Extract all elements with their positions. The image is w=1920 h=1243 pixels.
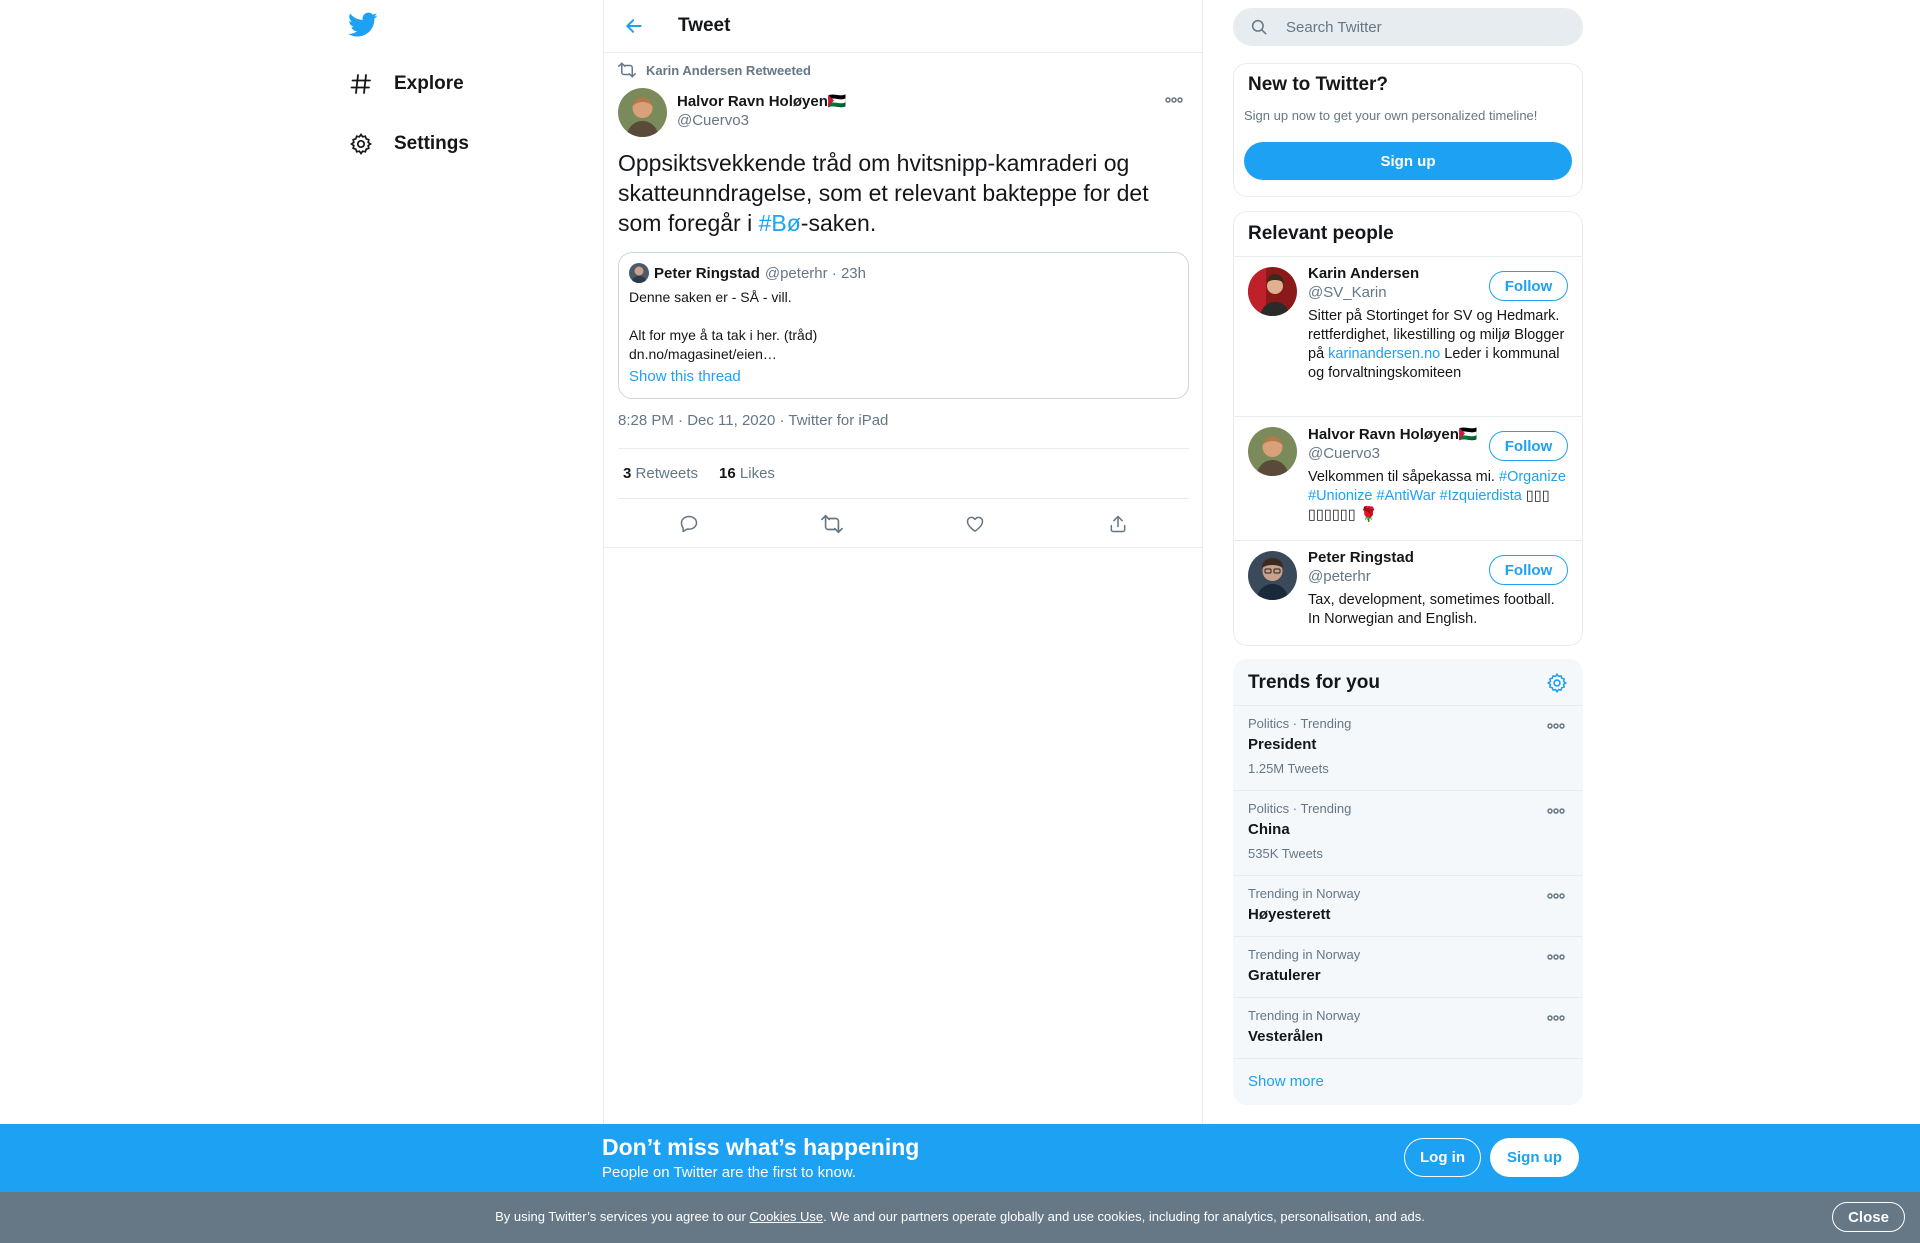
relevant-people-title: Relevant people (1248, 223, 1394, 244)
twitter-bird-icon[interactable] (348, 12, 380, 42)
back-arrow-icon[interactable] (614, 6, 654, 46)
relevant-person[interactable]: Peter Ringstad @peterhr Tax, development… (1234, 541, 1582, 645)
tweet-timestamp[interactable]: 8:28 PM · Dec 11, 2020 · Twitter for iPa… (618, 412, 888, 429)
bio-link[interactable]: karinandersen.no (1328, 346, 1440, 362)
person-bio: Velkommen til såpekassa mi. #Organize #U… (1308, 469, 1566, 523)
hashtag-link[interactable]: #Bø (759, 210, 801, 236)
retweet-context[interactable]: Karin Andersen Retweeted (618, 62, 811, 78)
new-to-twitter-subtitle: Sign up now to get your own personalized… (1244, 108, 1538, 123)
trends-card: Trends for you Politics · Trending Presi… (1233, 659, 1583, 1105)
trend-name: China (1248, 821, 1290, 838)
tweet-author: Halvor Ravn Holøyen 🇵🇸 @Cuervo3 (618, 88, 847, 137)
author-handle[interactable]: @Cuervo3 (677, 112, 847, 129)
tweet-actions (618, 499, 1189, 548)
bottom-bar-subtitle: People on Twitter are the first to know. (602, 1164, 857, 1181)
sidebar-signup-button[interactable]: Sign up (1244, 142, 1572, 180)
relevant-people-card: Relevant people Karin Andersen @SV_Karin… (1233, 211, 1583, 646)
nav-explore-label: Explore (394, 73, 464, 94)
palestine-flag-icon: 🇵🇸 (1458, 426, 1478, 443)
retweet-icon[interactable] (814, 506, 850, 542)
person-bio: Tax, development, sometimes football. In… (1308, 592, 1555, 627)
trend-meta: Trending in Norway (1248, 886, 1361, 901)
palestine-flag-icon: 🇵🇸 (827, 93, 847, 110)
trend-more-icon[interactable] (1544, 947, 1568, 967)
author-avatar[interactable] (618, 88, 667, 137)
relevant-person[interactable]: Karin Andersen @SV_Karin Sitter på Stort… (1234, 257, 1582, 417)
tweet-stats: 3 Retweets 16 Likes (618, 448, 1189, 499)
login-button[interactable]: Log in (1404, 1138, 1481, 1177)
person-avatar[interactable] (1248, 427, 1297, 476)
signup-prompt-bar: Don’t miss what’s happening People on Tw… (0, 1124, 1920, 1192)
tweet-column: Tweet Karin Andersen Retweeted Halvor Ra… (603, 0, 1203, 1243)
relevant-person[interactable]: Halvor Ravn Holøyen 🇵🇸 @Cuervo3 Velkommen… (1234, 417, 1582, 541)
more-options-icon[interactable] (1160, 90, 1188, 110)
author-name[interactable]: Halvor Ravn Holøyen 🇵🇸 (677, 92, 847, 111)
trends-title: Trends for you (1248, 671, 1380, 693)
retweeted-by-text: Karin Andersen Retweeted (646, 62, 811, 78)
quote-author-name: Peter Ringstad (654, 264, 760, 282)
trend-name: Gratulerer (1248, 967, 1321, 984)
follow-button[interactable]: Follow (1489, 271, 1568, 301)
quote-meta: @peterhr · 23h (764, 264, 866, 282)
bottom-bar-title: Don’t miss what’s happening (602, 1134, 920, 1160)
share-icon[interactable] (1100, 506, 1136, 542)
quote-body: Denne saken er - SÅ - vill. Alt for mye … (629, 289, 818, 362)
new-to-twitter-title: New to Twitter? (1248, 74, 1389, 95)
cookie-close-button[interactable]: Close (1832, 1202, 1905, 1232)
cookie-banner: By using Twitter’s services you agree to… (0, 1192, 1920, 1243)
trend-more-icon[interactable] (1544, 801, 1568, 821)
trend-name: Vesterålen (1248, 1028, 1324, 1045)
reply-icon[interactable] (671, 506, 707, 542)
trend-meta: Trending in Norway (1248, 1008, 1361, 1023)
retweet-icon (618, 62, 636, 78)
follow-button[interactable]: Follow (1489, 555, 1568, 585)
trend-name: Høyesterett (1248, 906, 1331, 923)
quoted-tweet[interactable]: Peter Ringstad @peterhr · 23h Denne sake… (618, 252, 1189, 399)
tweet-header: Tweet (604, 0, 1202, 53)
trend-item[interactable]: Trending in Norway Høyesterett (1234, 876, 1582, 937)
search-input[interactable] (1286, 18, 1556, 36)
nav-settings-label: Settings (394, 133, 469, 154)
trend-count: 535K Tweets (1248, 846, 1323, 861)
trend-more-icon[interactable] (1544, 886, 1568, 906)
person-avatar[interactable] (1248, 267, 1297, 316)
trend-name: President (1248, 736, 1317, 753)
trend-meta: Trending in Norway (1248, 947, 1361, 962)
hash-icon (348, 71, 374, 97)
page-title: Tweet (678, 15, 731, 36)
cookies-use-link[interactable]: Cookies Use (749, 1209, 823, 1224)
trend-item[interactable]: Trending in Norway Gratulerer (1234, 937, 1582, 998)
cookie-text: By using Twitter’s services you agree to… (495, 1209, 1425, 1224)
trend-count: 1.25M Tweets (1248, 761, 1329, 776)
retweets-stat[interactable]: 3 Retweets (623, 465, 698, 482)
person-bio: Sitter på Stortinget for SV og Hedmark. … (1308, 308, 1565, 381)
trend-meta: Politics · Trending (1248, 801, 1352, 816)
search-icon (1250, 17, 1270, 37)
signup-button[interactable]: Sign up (1490, 1138, 1579, 1177)
trend-meta: Politics · Trending (1248, 716, 1352, 731)
follow-button[interactable]: Follow (1489, 431, 1568, 461)
trends-show-more-link[interactable]: Show more (1234, 1059, 1582, 1104)
gear-icon (348, 131, 374, 157)
show-thread-link[interactable]: Show this thread (629, 368, 741, 385)
tweet-text: Oppsiktsvekkende tråd om hvitsnipp-kamra… (618, 150, 1149, 236)
trend-item[interactable]: Trending in Norway Vesterålen (1234, 998, 1582, 1059)
divider (604, 547, 1202, 548)
nav-settings[interactable]: Settings (348, 124, 469, 164)
like-heart-icon[interactable] (957, 506, 993, 542)
nav-explore[interactable]: Explore (348, 64, 464, 104)
quote-avatar (629, 263, 649, 283)
trends-settings-gear-icon[interactable] (1546, 672, 1568, 694)
trend-item[interactable]: Politics · Trending China 535K Tweets (1234, 791, 1582, 876)
trend-item[interactable]: Politics · Trending President 1.25M Twee… (1234, 706, 1582, 791)
new-to-twitter-card: New to Twitter? Sign up now to get your … (1233, 63, 1583, 197)
person-avatar[interactable] (1248, 551, 1297, 600)
likes-stat[interactable]: 16 Likes (719, 465, 775, 482)
trend-more-icon[interactable] (1544, 1008, 1568, 1028)
trend-more-icon[interactable] (1544, 716, 1568, 736)
search-box[interactable] (1233, 8, 1583, 46)
